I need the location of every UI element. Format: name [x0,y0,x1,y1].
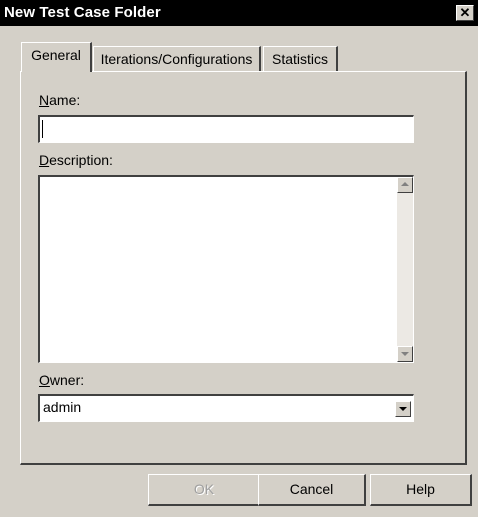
tab-statistics-label: Statistics [271,51,328,67]
title-bar: New Test Case Folder ✕ [0,0,478,26]
help-button[interactable]: Help [370,474,472,506]
tab-iterations-configurations-label: Iterations/Configurations [100,51,253,67]
owner-label: Owner: [39,372,85,388]
text-caret [42,120,43,138]
name-label: Name: [39,92,81,108]
cancel-button[interactable]: Cancel [258,474,366,506]
ok-button[interactable]: OK [148,474,261,506]
tab-iterations-configurations[interactable]: Iterations/Configurations [93,46,261,72]
tab-general[interactable]: General [21,42,92,72]
tab-statistics[interactable]: Statistics [263,46,338,72]
close-button[interactable]: ✕ [456,5,474,21]
name-field[interactable] [38,115,414,143]
scroll-up-arrow-icon [401,182,409,186]
close-icon: ✕ [459,5,471,20]
scroll-down-arrow-icon [401,352,409,356]
new-test-case-folder-dialog: New Test Case Folder ✕ General Iteration… [0,0,478,517]
ok-button-label: OK [193,481,215,497]
dialog-title: New Test Case Folder [4,4,161,21]
owner-dropdown-button[interactable] [395,401,411,417]
owner-select-value: admin [43,399,82,415]
description-scrollbar[interactable] [397,177,413,362]
help-button-label: Help [406,481,435,497]
owner-select[interactable]: admin [38,394,414,422]
chevron-down-icon [399,407,407,411]
scroll-up-button[interactable] [397,177,413,193]
description-label: Description: [39,152,113,168]
tab-general-label: General [31,47,81,63]
general-tab-panel: Name: Description: Owner: admin [20,71,467,465]
description-textarea[interactable] [38,175,414,363]
scroll-down-button[interactable] [397,346,413,362]
cancel-button-label: Cancel [289,481,334,497]
